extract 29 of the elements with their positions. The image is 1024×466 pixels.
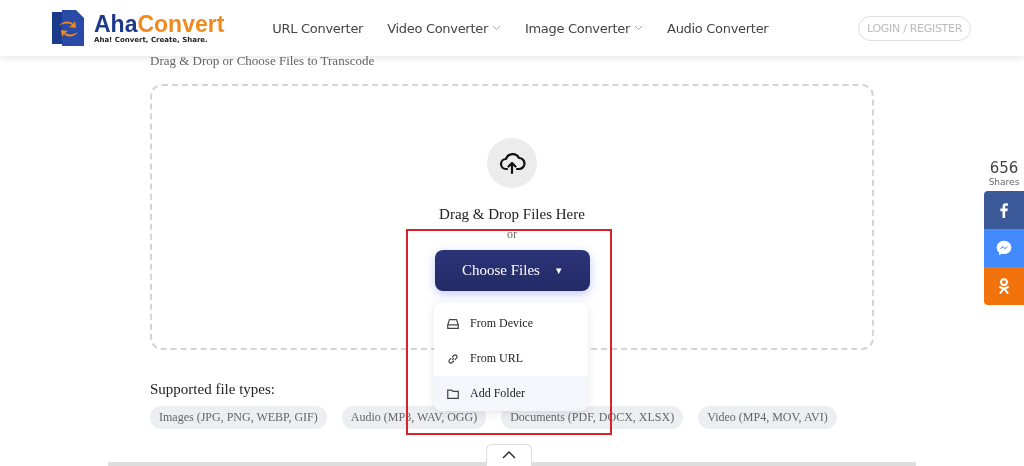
chevron-down-icon — [634, 25, 644, 31]
folder-icon — [446, 386, 460, 401]
messenger-icon — [995, 239, 1013, 257]
section-heading: Supported file types: — [150, 381, 275, 398]
menu-item[interactable]: From Device — [434, 306, 588, 341]
share-button[interactable] — [984, 267, 1024, 305]
menu-item[interactable]: From URL — [434, 341, 588, 376]
choose-files-button[interactable]: Choose Files ▾ — [434, 250, 590, 291]
nav-link[interactable]: Audio Converter — [667, 20, 769, 36]
logo-text: Convert — [137, 12, 225, 36]
logo-text: Aha — [94, 12, 138, 36]
drive-icon — [446, 316, 460, 331]
file-type-tag: Video (MP4, MOV, AVI) — [698, 406, 837, 429]
or-text: or — [507, 227, 517, 242]
chevron-up-icon — [502, 451, 516, 459]
chevron-down-icon — [491, 25, 501, 31]
upload-subtitle: Drag & Drop or Choose Files to Transcode — [150, 54, 376, 68]
nav-link[interactable]: Video Converter — [387, 20, 501, 36]
file-type-tag: Images (JPG, PNG, WEBP, GIF) — [150, 406, 327, 429]
scroll-up-button[interactable] — [486, 444, 532, 466]
link-icon — [446, 351, 460, 366]
nav-link[interactable]: URL Converter — [272, 20, 364, 36]
nav-link[interactable]: Image Converter — [524, 20, 644, 36]
drop-instruction: Drag & Drop Files Here — [439, 206, 585, 223]
share-button[interactable] — [984, 191, 1024, 229]
share-count: 656 — [989, 160, 1019, 177]
share-label: Shares — [988, 177, 1020, 187]
menu-item[interactable]: Add Folder — [434, 376, 588, 411]
share-button[interactable] — [984, 229, 1024, 267]
